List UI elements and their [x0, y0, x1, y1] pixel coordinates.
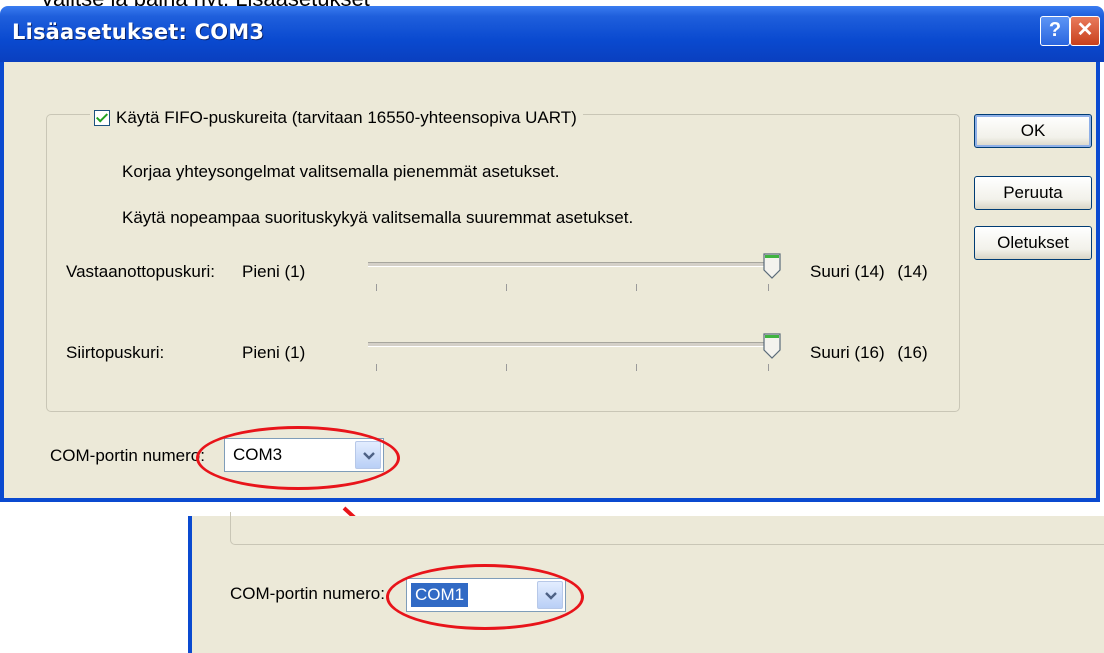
after-change-fragment: COM-portin numero: COM1	[188, 512, 1104, 653]
highlight-ellipse-com1	[386, 564, 584, 630]
group-box-edge	[230, 512, 1104, 545]
com-port-label: COM-portin numero:	[230, 584, 385, 603]
